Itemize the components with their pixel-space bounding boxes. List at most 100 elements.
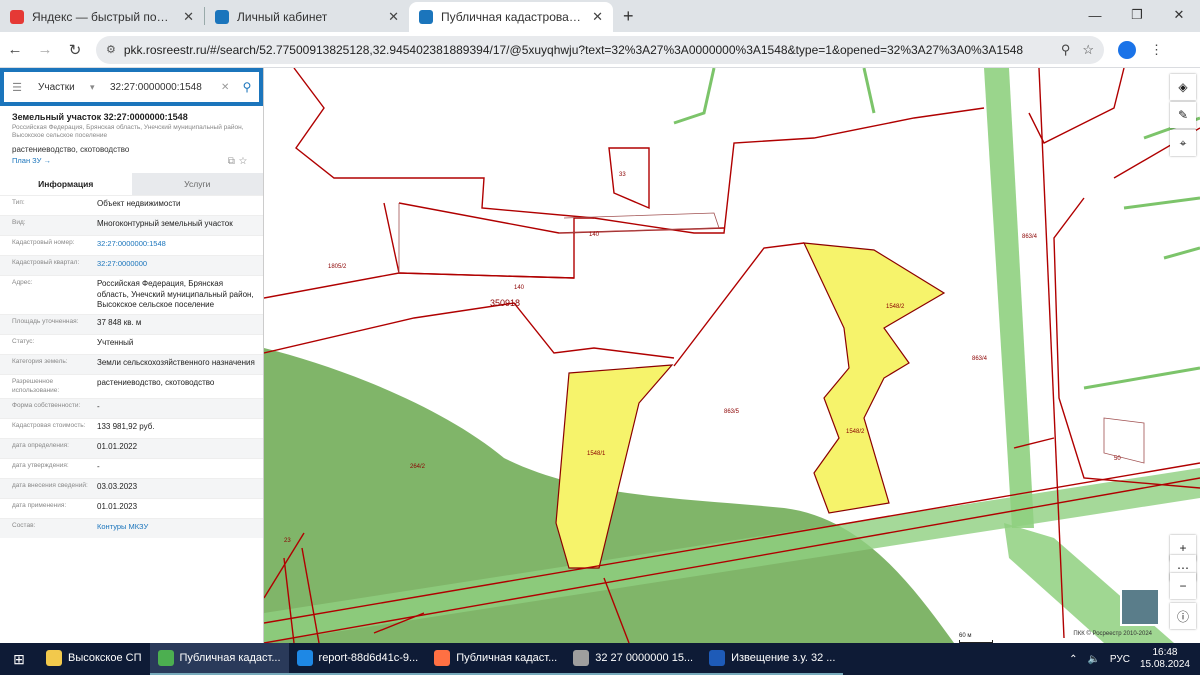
clock-time: 16:48 [1152, 647, 1178, 658]
property-label: Вид: [12, 218, 26, 226]
property-label: Тип: [12, 198, 25, 206]
map-label: 23 [284, 538, 291, 544]
property-row: Тип: Объект недвижимости [0, 194, 263, 215]
taskbar-item[interactable]: Извещение з.у. 32 ... [701, 643, 844, 675]
restore-icon[interactable]: ❐ [1116, 0, 1158, 30]
plan-link[interactable]: План ЗУ → [12, 156, 51, 167]
property-row: дата определения: 01.01.2022 [0, 438, 263, 459]
app-icon [434, 650, 451, 666]
taskbar-item-title: Извещение з.у. 32 ... [731, 652, 836, 664]
tab-cadastral-map[interactable]: Публичная кадастровая карта ✕ [409, 2, 613, 32]
volume-icon[interactable]: 🔈 [1087, 654, 1099, 665]
property-label: Адрес: [12, 278, 33, 286]
map-label: 140 [514, 285, 525, 291]
property-row: Разрешенное использование: растениеводств… [0, 374, 263, 398]
property-row: дата применения: 01.01.2023 [0, 498, 263, 518]
map-canvas[interactable] [264, 68, 1200, 643]
share-icon[interactable]: ⧉ [228, 156, 239, 167]
taskbar-item-title: report-88d6d41c-9... [318, 652, 419, 664]
taskbar-item[interactable]: Публичная кадаст... [149, 643, 289, 675]
info-icon[interactable]: ⓘ [1170, 603, 1196, 629]
subdivision-lines [398, 203, 1145, 464]
property-row: дата внесения сведений: 03.03.2023 [0, 478, 263, 499]
tab-yandex[interactable]: Яндекс — быстрый поиск в ин ✕ [0, 2, 204, 32]
search-type-select[interactable]: Участки [30, 82, 90, 93]
taskbar-item[interactable]: Высокское СП [38, 643, 150, 675]
property-row: Вид: Многоконтурный земельный участок [0, 214, 263, 235]
taskbar-item[interactable]: Публичная кадаст... [426, 643, 566, 675]
basemap-switcher[interactable] [1120, 588, 1160, 626]
search-icon[interactable]: ⚲ [235, 80, 259, 94]
forward-icon[interactable]: → [30, 41, 60, 58]
property-label: Площадь уточненная: [12, 318, 79, 326]
clear-icon[interactable]: ✕ [221, 82, 235, 93]
scale-label: 60 м [959, 633, 972, 639]
taskbar-item-title: Высокское СП [68, 652, 142, 664]
tab-title: Личный кабинет [237, 10, 328, 24]
hamburger-menu-icon[interactable]: ☰ [4, 81, 30, 94]
property-label: дата применения: [12, 502, 67, 510]
close-window-icon[interactable]: ✕ [1158, 0, 1200, 30]
app-icon [573, 650, 590, 666]
zoom-out-button[interactable]: − [1170, 573, 1196, 599]
new-tab-button[interactable]: + [613, 6, 644, 27]
map-label: 1548/2 [846, 429, 865, 435]
property-label: Кадастровая стоимость: [12, 422, 86, 430]
map-label: 140 [589, 232, 600, 238]
close-icon[interactable]: ✕ [183, 9, 194, 25]
clock[interactable]: 16:48 15.08.2024 [1140, 647, 1190, 671]
close-icon[interactable]: ✕ [592, 9, 603, 25]
property-link[interactable]: 32:27:0000000 [97, 259, 263, 269]
minimize-icon[interactable]: — [1074, 0, 1116, 30]
copyright: ПКК © Росреестр 2010-2024 [1073, 631, 1152, 637]
property-row: Состав: Контуры МКЗУ [0, 518, 263, 539]
windows-taskbar: ⊞ Высокское СП Публичная кадаст... report-… [0, 643, 1200, 675]
windows-start-icon[interactable]: ⊞ [0, 651, 38, 668]
tab-title: Яндекс — быстрый поиск в ин [32, 10, 175, 24]
chevron-up-icon[interactable]: ⌃ [1069, 654, 1077, 665]
language-indicator[interactable]: РУС [1110, 654, 1130, 665]
taskbar-item[interactable]: report-88d6d41c-9... [288, 643, 427, 675]
property-row: Кадастровый квартал: 32:27:0000000 [0, 254, 263, 275]
property-row: Статус: Учтенный [0, 334, 263, 354]
url-field[interactable]: ⚙ pkk.rosreestr.ru/#/search/52.775009138… [96, 35, 1104, 64]
zoom-icon[interactable]: ⚲ [1061, 42, 1071, 58]
property-row: Форма собственности: - [0, 398, 263, 419]
property-value: Многоконтурный земельный участок [97, 218, 233, 228]
map-label: 350918 [490, 298, 521, 308]
property-label: Состав: [12, 522, 36, 530]
property-link[interactable]: Контуры МКЗУ [97, 522, 263, 532]
site-settings-icon[interactable]: ⚙ [106, 43, 116, 56]
bookmark-star-icon[interactable]: ☆ [1082, 42, 1094, 58]
clock-date: 15.08.2024 [1139, 659, 1190, 670]
browser-tab-bar: Яндекс — быстрый поиск в ин ✕ Личный каб… [0, 0, 1200, 32]
rosreestr-favicon-icon [215, 10, 229, 24]
tab-services[interactable]: Услуги [131, 172, 263, 195]
ruler-icon[interactable]: ✎ [1170, 102, 1196, 128]
property-row: дата утверждения: - [0, 458, 263, 478]
menu-kebab-icon[interactable]: ⋮ [1150, 42, 1163, 58]
object-info-panel: ☰ Участки ▾ 32:27:0000000:1548 ✕ ⚲ Земел… [0, 68, 264, 643]
app-icon [709, 650, 726, 666]
taskbar-item-title: Публичная кадаст... [456, 652, 558, 664]
tab-information[interactable]: Информация [0, 172, 132, 195]
layers-icon[interactable]: ◈ [1170, 74, 1196, 100]
reload-icon[interactable]: ↻ [60, 41, 90, 59]
locate-icon[interactable]: ⌖ [1170, 130, 1196, 156]
favorite-star-icon[interactable]: ☆ [239, 156, 251, 167]
profile-avatar-icon[interactable] [1118, 40, 1136, 59]
object-actions: ⧉☆ [228, 156, 251, 167]
search-input[interactable]: 32:27:0000000:1548 [110, 82, 221, 93]
chevron-down-icon[interactable]: ▾ [90, 82, 110, 93]
close-icon[interactable]: ✕ [388, 9, 399, 25]
tab-title: Публичная кадастровая карта [441, 10, 585, 24]
property-label: Статус: [12, 338, 35, 346]
tab-cabinet[interactable]: Личный кабинет ✕ [205, 2, 409, 32]
cadastral-map[interactable]: 1805/2 140 140 350918 33 1548/2 1548/2 1… [264, 68, 1200, 643]
map-label: 863/5 [724, 409, 740, 415]
back-icon[interactable]: ← [0, 41, 30, 58]
taskbar-item[interactable]: 32 27 0000000 15... [565, 643, 702, 675]
property-row: Площадь уточненная: 37 848 кв. м [0, 314, 263, 335]
property-link[interactable]: 32:27:0000000:1548 [97, 239, 263, 249]
map-label: 1548/2 [886, 304, 905, 310]
